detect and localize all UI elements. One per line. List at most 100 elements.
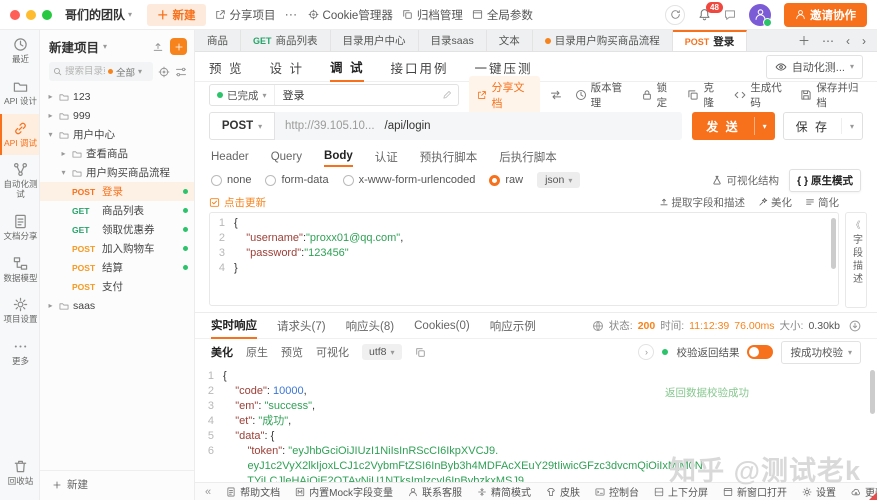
chevron-icon[interactable]: ▸ (46, 92, 55, 101)
request-tab[interactable]: Query (271, 147, 302, 166)
tab-scroll-left-button[interactable]: ‹ (841, 34, 855, 48)
add-api-button[interactable] (170, 38, 187, 55)
response-view-tab[interactable]: 美化 (211, 344, 233, 360)
rail-item-trash[interactable]: 回收站 (0, 452, 39, 494)
send-button[interactable]: 发 送 ▾ (692, 112, 775, 140)
action-swap[interactable] (550, 89, 562, 101)
scrollbar[interactable] (870, 370, 875, 415)
response-tab[interactable]: 响应头(8) (346, 313, 395, 338)
field-description-panel[interactable]: 《 字段描述 (845, 212, 867, 308)
close-window-icon[interactable] (10, 9, 20, 20)
archive-manager-button[interactable]: 归档管理 (402, 7, 463, 23)
bodytype-form-data[interactable]: form-data (265, 174, 329, 186)
chevron-icon[interactable]: ▸ (46, 111, 55, 120)
share-project-button[interactable]: 分享项目 (215, 7, 276, 23)
sync-button[interactable] (665, 4, 685, 25)
save-options-caret[interactable]: ▾ (842, 113, 862, 139)
feedback-button[interactable] (724, 9, 736, 21)
more-menu-button[interactable]: ⋯ (285, 7, 299, 23)
status-select[interactable]: 已完成 ▾ (210, 85, 275, 105)
tree-folder[interactable]: ▾ 用户购买商品流程 (40, 163, 194, 182)
invite-collaborate-button[interactable]: 邀请协作 (784, 2, 867, 27)
doc-tab[interactable]: 目录用户中心 (331, 30, 419, 51)
raw-mode-button[interactable]: { } 原生模式 (788, 168, 861, 192)
response-tab[interactable]: 响应示例 (490, 313, 536, 338)
request-tab[interactable]: Header (211, 147, 249, 166)
pencil-icon[interactable] (442, 90, 452, 100)
url-input[interactable]: http://39.105.10... /api/login (275, 112, 683, 140)
rail-item-folder[interactable]: API 设计 (0, 72, 39, 114)
action-clock[interactable]: 版本管理 (575, 80, 628, 110)
automation-test-button[interactable]: 自动化测... ▾ (765, 54, 863, 79)
tree-folder[interactable]: ▸ saas (40, 296, 194, 315)
tab-scroll-right-button[interactable]: › (857, 34, 871, 48)
response-view-tab[interactable]: 原生 (246, 344, 268, 360)
doc-tab[interactable]: 目录saas (419, 30, 487, 51)
bottom-split-button[interactable]: 上下分屏 (654, 484, 708, 499)
api-name-input[interactable]: 登录 (275, 87, 443, 103)
action-code[interactable]: 生成代码 (734, 80, 787, 110)
project-title[interactable]: 新建项目 (49, 37, 99, 56)
bottom-gear-button[interactable]: 设置 (802, 484, 836, 499)
response-body-viewer[interactable]: 1{2 "code": 10000, 3 "em": "success", 4 "e… (195, 365, 877, 482)
bottom-skin-button[interactable]: 皮肤 (546, 484, 580, 499)
tab-more-button[interactable]: ⋯ (817, 34, 839, 48)
tree-request[interactable]: GET 领取优惠券 (40, 220, 194, 239)
page-tab[interactable]: 预 览 (209, 52, 243, 81)
rail-item-more[interactable]: 更多 (0, 332, 39, 374)
collapse-sidebar-button[interactable]: « (205, 486, 211, 498)
beautify-button[interactable]: 美化 (758, 195, 792, 210)
page-tab[interactable]: 设 计 (269, 52, 303, 81)
collapse-icon[interactable]: 《 (851, 218, 860, 231)
tree-folder[interactable]: ▸ 查看商品 (40, 144, 194, 163)
rail-item-doc[interactable]: 文档分享 (0, 207, 39, 249)
team-switcher[interactable]: 哥们的团队 ▾ (65, 6, 132, 23)
validate-toggle[interactable] (747, 345, 774, 359)
response-view-tab[interactable]: 可视化 (316, 344, 349, 360)
chevron-icon[interactable]: ▾ (46, 130, 55, 139)
filter-select[interactable]: 全部 (116, 65, 135, 79)
import-button[interactable] (152, 41, 164, 53)
tree-new-button[interactable]: 新建 (40, 470, 194, 500)
simplify-button[interactable]: 简化 (805, 195, 839, 210)
tree-folder[interactable]: ▸ 999 (40, 106, 194, 125)
notifications-button[interactable]: 48 (698, 2, 723, 21)
action-save[interactable]: 保存并归档 (800, 80, 863, 110)
rail-item-gear[interactable]: 项目设置 (0, 290, 39, 332)
tree-request[interactable]: POST 支付 (40, 277, 194, 296)
tree-request[interactable]: POST 登录 (40, 182, 194, 201)
sort-filter-button[interactable] (175, 66, 187, 78)
bodytype-raw[interactable]: raw (489, 174, 523, 186)
window-controls[interactable] (10, 9, 52, 20)
encoding-select[interactable]: utf8 ▾ (362, 344, 402, 360)
save-button[interactable]: 保 存 ▾ (782, 112, 863, 140)
action-clone[interactable]: 克隆 (687, 80, 721, 110)
copy-icon[interactable] (415, 347, 426, 358)
bottom-console-button[interactable]: 控制台 (595, 484, 639, 499)
request-tab[interactable]: 认证 (375, 145, 398, 168)
cookie-manager-button[interactable]: Cookie管理器 (308, 7, 393, 23)
maximize-window-icon[interactable] (42, 9, 52, 20)
response-tab[interactable]: Cookies(0) (414, 315, 470, 336)
tree-search[interactable]: 全部 ▾ (49, 62, 153, 81)
expand-button[interactable]: › (638, 344, 655, 360)
doc-tab[interactable]: 商品 (195, 30, 241, 51)
doc-tab[interactable]: GET 商品列表 (241, 30, 331, 51)
locate-button[interactable] (158, 66, 170, 78)
global-params-button[interactable]: 全局参数 (472, 7, 533, 23)
method-select[interactable]: POST ▾ (209, 112, 275, 140)
tree-folder[interactable]: ▾ 用户中心 (40, 125, 194, 144)
tree-request[interactable]: POST 加入购物车 (40, 239, 194, 258)
validate-mode-select[interactable]: 按成功校验 ▾ (781, 340, 861, 364)
request-tab[interactable]: 预执行脚本 (420, 145, 478, 168)
doc-tab[interactable]: 目录用户购买商品流程 (533, 30, 673, 51)
bodytype-x-www-form-urlencoded[interactable]: x-www-form-urlencoded (342, 174, 475, 186)
add-tab-button[interactable]: ＋ (793, 32, 815, 49)
new-button[interactable]: ＋ 新建 (147, 3, 206, 26)
minimize-window-icon[interactable] (26, 9, 36, 20)
chevron-icon[interactable]: ▸ (59, 149, 68, 158)
scrollbar[interactable] (831, 218, 836, 269)
visual-structure-button[interactable]: 可视化结构 (712, 173, 779, 188)
search-input[interactable] (65, 66, 105, 77)
chevron-icon[interactable]: ▸ (46, 301, 55, 310)
